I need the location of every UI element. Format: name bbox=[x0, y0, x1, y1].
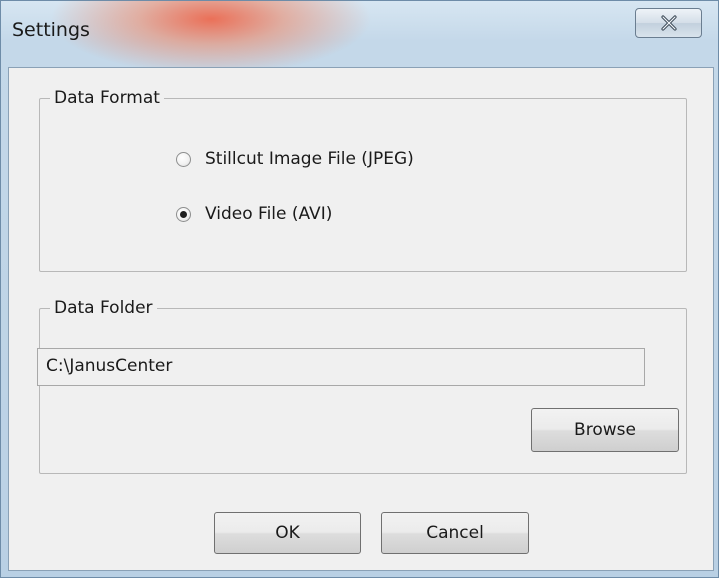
dialog-client-area: Data Format Stillcut Image File (JPEG) V… bbox=[8, 67, 714, 571]
radio-button-avi[interactable] bbox=[176, 206, 191, 222]
data-folder-path-field[interactable]: C:\JanusCenter bbox=[37, 348, 645, 386]
settings-window: Settings Data Format Stillcut Image File… bbox=[0, 0, 719, 578]
radio-button-jpeg[interactable] bbox=[176, 151, 191, 167]
cancel-button[interactable]: Cancel bbox=[381, 512, 529, 554]
radio-label-avi: Video File (AVI) bbox=[205, 204, 333, 224]
ok-button[interactable]: OK bbox=[214, 512, 361, 554]
radio-stillcut-jpeg[interactable]: Stillcut Image File (JPEG) bbox=[176, 149, 414, 169]
radio-video-avi[interactable]: Video File (AVI) bbox=[176, 204, 332, 224]
window-title: Settings bbox=[12, 19, 90, 41]
close-button[interactable] bbox=[635, 8, 702, 38]
radio-label-jpeg: Stillcut Image File (JPEG) bbox=[205, 149, 414, 169]
data-folder-label: Data Folder bbox=[50, 297, 157, 319]
title-bar[interactable]: Settings bbox=[1, 1, 718, 59]
data-format-label: Data Format bbox=[50, 87, 164, 109]
browse-button[interactable]: Browse bbox=[531, 408, 679, 452]
close-icon bbox=[660, 15, 678, 31]
data-format-group: Data Format Stillcut Image File (JPEG) V… bbox=[39, 87, 687, 272]
